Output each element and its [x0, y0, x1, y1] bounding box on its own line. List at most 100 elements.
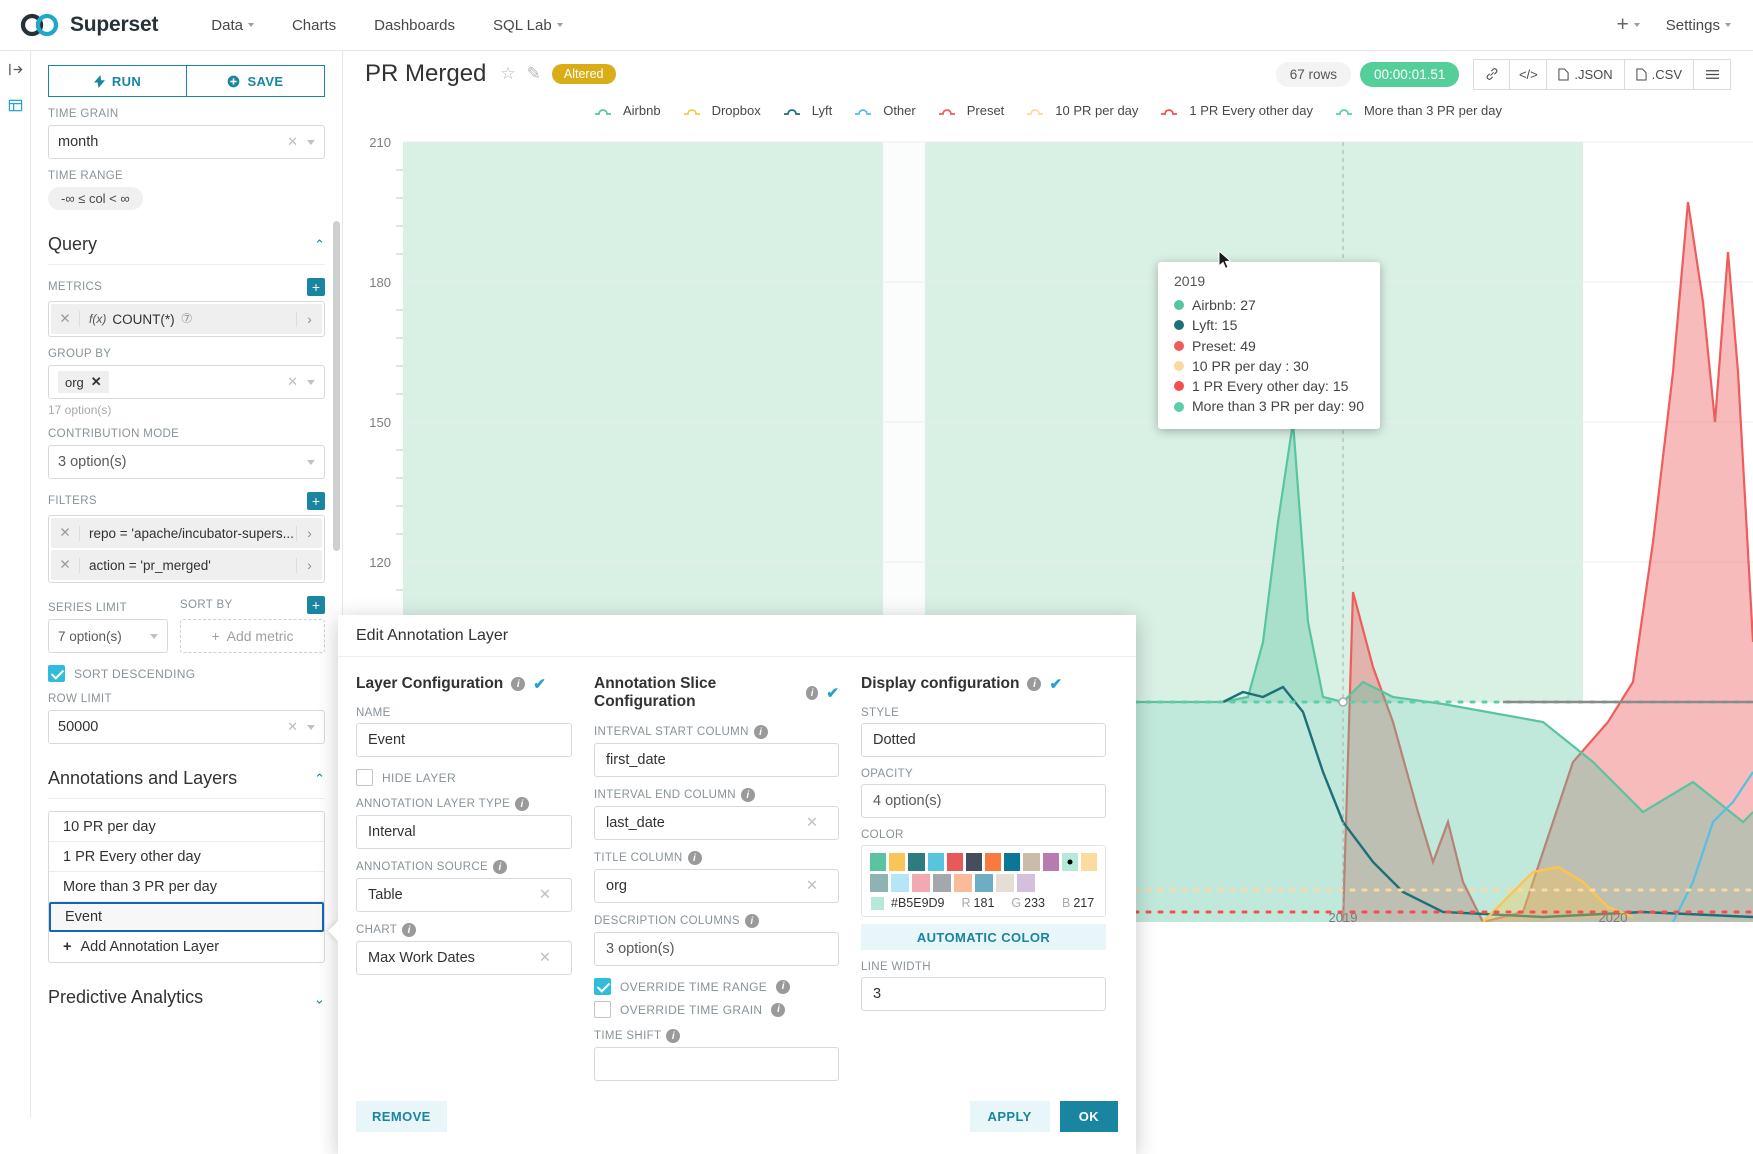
filter-chip[interactable]: ✕ repo = 'apache/incubator-supers... ›	[51, 518, 322, 548]
add-new-button[interactable]: +	[1617, 13, 1640, 37]
color-swatch[interactable]	[1004, 853, 1020, 871]
info-icon[interactable]: i	[666, 1029, 680, 1043]
save-button[interactable]: SAVE	[186, 65, 325, 97]
export-json-button[interactable]: .JSON	[1547, 59, 1624, 90]
series-limit-select[interactable]: 7 option(s)	[48, 619, 168, 653]
predictive-section-header[interactable]: Predictive Analytics ⌃	[48, 987, 325, 1017]
info-icon[interactable]: i	[493, 860, 507, 874]
add-sort-metric-button[interactable]: +	[307, 596, 325, 614]
nav-item-charts[interactable]: Charts	[273, 17, 355, 34]
run-button[interactable]: RUN	[48, 65, 186, 97]
legend-item-lyft[interactable]: Lyft	[783, 103, 832, 118]
sort-descending-checkbox[interactable]	[48, 665, 65, 682]
info-icon[interactable]: i	[771, 1003, 785, 1017]
nav-item-dashboards[interactable]: Dashboards	[355, 17, 474, 34]
remove-icon[interactable]: ✕	[51, 525, 79, 541]
color-swatch[interactable]	[966, 853, 982, 871]
color-swatch-selected[interactable]	[1062, 853, 1078, 871]
annotation-layer-item[interactable]: 10 PR per day	[49, 812, 324, 842]
opacity-select[interactable]: 4 option(s)	[861, 784, 1106, 818]
share-link-button[interactable]	[1473, 59, 1510, 90]
legend-item-dropbox[interactable]: Dropbox	[683, 103, 761, 118]
annotation-layer-item-selected[interactable]: Event	[49, 902, 324, 932]
color-swatch[interactable]	[870, 874, 888, 892]
row-limit-select[interactable]: 50000 ✕	[48, 710, 325, 744]
info-icon[interactable]: i	[806, 686, 819, 700]
color-swatch[interactable]	[985, 853, 1001, 871]
info-icon[interactable]: i	[515, 797, 529, 811]
color-swatch[interactable]	[928, 853, 944, 871]
time-range-value[interactable]: -∞ ≤ col < ∞	[48, 187, 143, 210]
nav-item-data[interactable]: Data	[192, 17, 273, 34]
override-time-range-row[interactable]: OVERRIDE TIME RANGE i	[594, 978, 839, 995]
info-icon[interactable]: i	[776, 980, 790, 994]
export-csv-button[interactable]: .CSV	[1625, 59, 1694, 90]
color-swatch[interactable]	[912, 874, 930, 892]
clear-icon[interactable]: ✕	[806, 878, 818, 894]
add-metric-button[interactable]: +	[307, 278, 325, 296]
panel-scrollbar[interactable]	[333, 221, 340, 551]
time-shift-input[interactable]	[594, 1047, 839, 1081]
nav-item-settings[interactable]: Settings	[1666, 17, 1731, 34]
ok-button[interactable]: OK	[1060, 1101, 1118, 1132]
add-annotation-layer-button[interactable]: + Add Annotation Layer	[49, 932, 324, 962]
legend-item-airbnb[interactable]: Airbnb	[594, 103, 661, 118]
collapse-panel-button[interactable]	[0, 51, 31, 87]
chevron-right-icon[interactable]: ›	[296, 312, 322, 327]
color-swatch[interactable]	[933, 874, 951, 892]
annotation-layer-type-select[interactable]: Interval	[356, 815, 572, 849]
add-filter-button[interactable]: +	[307, 492, 325, 510]
remove-button[interactable]: REMOVE	[356, 1101, 447, 1132]
help-icon[interactable]: ⑦	[181, 311, 193, 327]
interval-start-column-select[interactable]: first_date	[594, 743, 839, 777]
group-by-tag[interactable]: org ✕	[58, 371, 109, 393]
modal-drag-handle[interactable]	[328, 920, 339, 942]
clear-icon[interactable]: ✕	[287, 719, 298, 735]
color-swatch-picker[interactable]: #B5E9D9 R181 G233 B217	[861, 845, 1106, 917]
sort-descending-row[interactable]: SORT DESCENDING	[48, 665, 325, 682]
legend-item-other[interactable]: Other	[854, 103, 916, 118]
info-icon[interactable]: i	[1027, 677, 1041, 691]
chevron-right-icon[interactable]: ›	[296, 526, 322, 541]
group-by-select[interactable]: org ✕ ✕	[48, 365, 325, 399]
clear-icon[interactable]: ✕	[287, 134, 298, 150]
color-swatch[interactable]	[870, 853, 886, 871]
color-swatch[interactable]	[996, 874, 1014, 892]
color-swatch[interactable]	[889, 853, 905, 871]
remove-icon[interactable]: ✕	[51, 311, 79, 327]
legend-item-more-than-3-pr-per-day[interactable]: More than 3 PR per day	[1335, 103, 1502, 118]
metric-chip[interactable]: ✕ f(x) COUNT(*) ⑦ ›	[51, 304, 322, 334]
hide-layer-row[interactable]: HIDE LAYER	[356, 769, 572, 786]
override-time-range-checkbox[interactable]	[594, 978, 611, 995]
chart-select[interactable]: Max Work Dates ✕	[356, 941, 572, 975]
dataset-panel-button[interactable]	[0, 87, 31, 123]
filter-chip[interactable]: ✕ action = 'pr_merged' ›	[51, 550, 322, 580]
info-icon[interactable]: i	[402, 923, 416, 937]
override-time-grain-checkbox[interactable]	[594, 1001, 611, 1018]
color-swatch[interactable]	[1081, 853, 1097, 871]
color-swatch[interactable]	[947, 853, 963, 871]
edit-pencil-icon[interactable]: ✎	[527, 64, 541, 84]
interval-end-column-select[interactable]: last_date ✕	[594, 806, 839, 840]
legend-item-1-pr-every-other-day[interactable]: 1 PR Every other day	[1160, 103, 1313, 118]
remove-icon[interactable]: ✕	[91, 374, 102, 390]
annotation-layer-item[interactable]: 1 PR Every other day	[49, 842, 324, 872]
nav-item-sql-lab[interactable]: SQL Lab	[474, 17, 582, 34]
info-icon[interactable]: i	[511, 677, 525, 691]
clear-icon[interactable]: ✕	[539, 887, 551, 903]
info-icon[interactable]: i	[754, 725, 768, 739]
annotations-section-header[interactable]: Annotations and Layers ⌃	[48, 768, 325, 799]
time-grain-select[interactable]: month ✕	[48, 125, 325, 159]
annotation-layer-item[interactable]: More than 3 PR per day	[49, 872, 324, 902]
line-width-input[interactable]: 3	[861, 977, 1106, 1011]
chevron-right-icon[interactable]: ›	[296, 558, 322, 573]
info-icon[interactable]: i	[745, 914, 759, 928]
color-swatch[interactable]	[975, 874, 993, 892]
name-input[interactable]: Event	[356, 723, 572, 757]
color-swatch[interactable]	[1017, 874, 1035, 892]
automatic-color-button[interactable]: AUTOMATIC COLOR	[861, 924, 1106, 950]
color-swatch[interactable]	[954, 874, 972, 892]
sort-by-add-metric[interactable]: + Add metric	[180, 619, 325, 653]
override-time-grain-row[interactable]: OVERRIDE TIME GRAIN i	[594, 1001, 839, 1018]
clear-icon[interactable]: ✕	[287, 374, 298, 390]
